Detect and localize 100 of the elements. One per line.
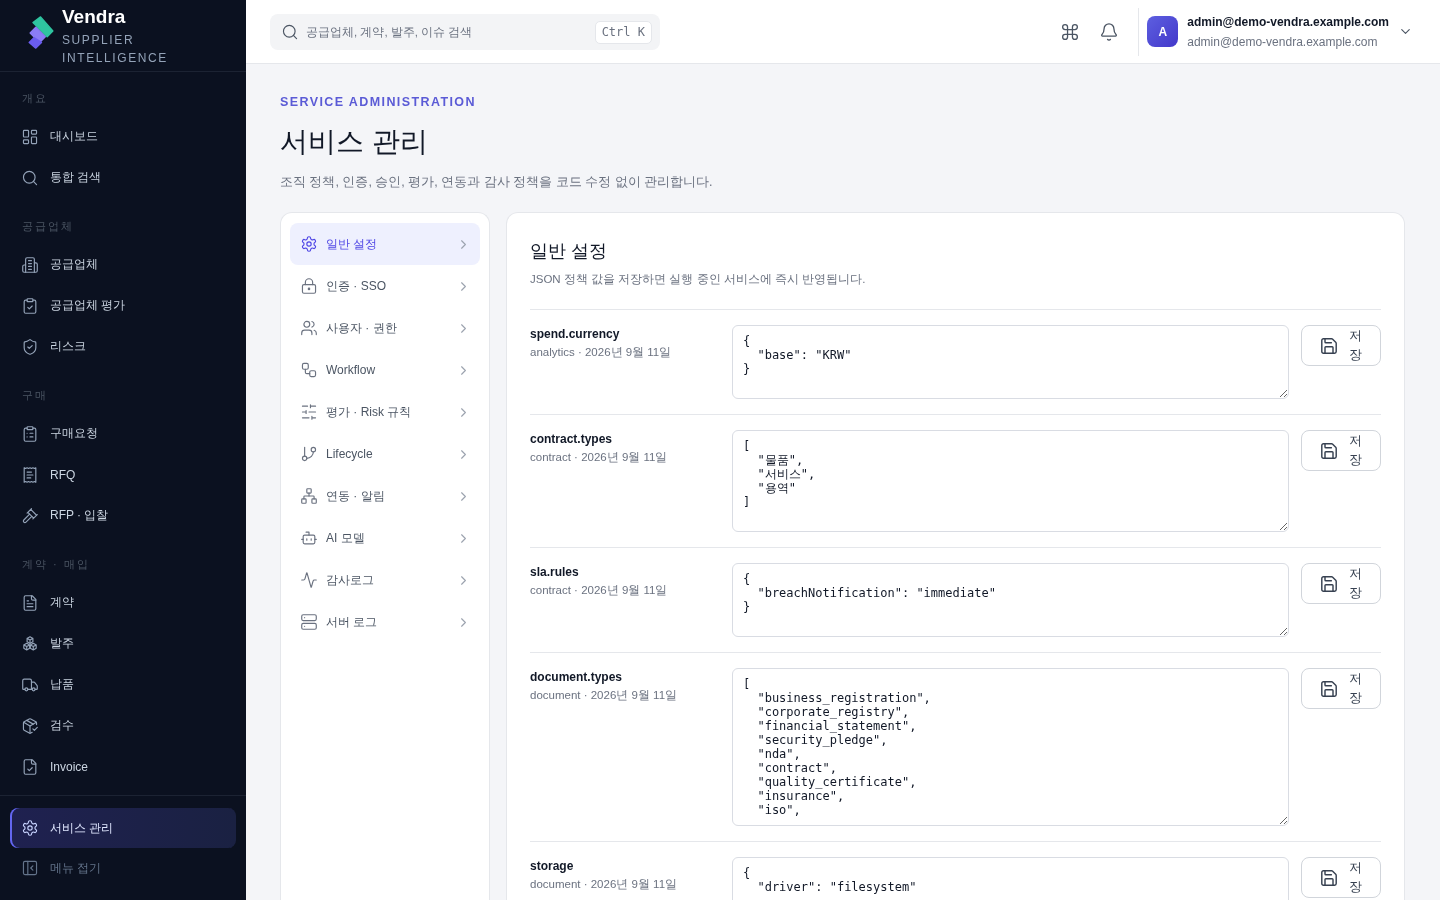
brand-tagline: SUPPLIER INTELLIGENCE — [62, 32, 169, 67]
settings-nav-item[interactable]: 사용자 · 권한 — [290, 307, 480, 349]
brand-name: Vendra — [62, 6, 127, 28]
avatar[interactable]: A — [1147, 16, 1179, 47]
setting-key: contract.types — [530, 431, 720, 447]
setting-key: document.types — [530, 669, 720, 685]
bell-icon[interactable] — [1100, 22, 1119, 41]
user-email: admin@demo-vendra.example.com — [1187, 33, 1379, 51]
chevron-right-icon — [461, 407, 466, 417]
sidebar-item[interactable]: RFQ — [10, 454, 236, 495]
page-subtitle: 조직 정책, 인증, 승인, 평가, 연동과 감사 정책을 코드 수정 없이 관리합니다. — [280, 174, 714, 191]
setting-meta: contract · 2026년 9월 11일 — [530, 583, 669, 598]
branch-icon — [301, 446, 317, 462]
sidebar-item[interactable]: 구매요청 — [10, 413, 236, 454]
truck-icon — [22, 676, 38, 693]
save-button[interactable]: 저장 — [1301, 430, 1381, 471]
save-icon — [1320, 680, 1337, 697]
section-label: 공급업체 — [21, 219, 75, 234]
setting-key: storage — [530, 858, 720, 874]
setting-key: sla.rules — [530, 564, 720, 580]
sidebar-item[interactable]: 검수 — [10, 705, 236, 746]
setting-meta: document · 2026년 9월 11일 — [530, 877, 679, 892]
sidebar-item[interactable]: 계약 — [10, 582, 236, 623]
settings-nav-item[interactable]: 평가 · Risk 규칙 — [290, 391, 480, 433]
settings-nav-item[interactable]: Lifecycle — [290, 433, 480, 475]
json-field[interactable]: { "driver": "filesystem" — [732, 857, 1289, 900]
chevron-right-icon — [461, 449, 466, 459]
building-icon — [22, 256, 38, 273]
chevron-right-icon — [461, 617, 466, 627]
save-button[interactable]: 저장 — [1301, 668, 1381, 709]
sliders-icon — [301, 404, 317, 420]
setting-meta: contract · 2026년 9월 11일 — [530, 450, 669, 465]
sidebar-item[interactable]: 공급업체 — [10, 244, 236, 285]
chevron-right-icon — [461, 491, 466, 501]
json-field[interactable]: { "breachNotification": "immediate" } — [732, 563, 1289, 637]
grid-icon — [22, 128, 38, 145]
sidebar-item[interactable]: 납품 — [10, 664, 236, 705]
page-title: 서비스 관리 — [280, 125, 429, 159]
file-check-icon — [22, 758, 38, 775]
setting-key: spend.currency — [530, 326, 720, 342]
page-eyebrow: SERVICE ADMINISTRATION — [280, 94, 477, 110]
chevron-right-icon — [461, 533, 466, 543]
settings-nav-item[interactable]: 연동 · 알림 — [290, 475, 480, 517]
settings-nav-item[interactable]: Workflow — [290, 349, 480, 391]
save-button[interactable]: 저장 — [1301, 325, 1381, 366]
chevron-right-icon — [461, 281, 466, 291]
gavel-icon — [22, 507, 38, 524]
chevron-right-icon — [461, 323, 466, 333]
receipt-icon — [22, 466, 38, 483]
clipboard-check-icon — [22, 297, 38, 314]
settings-nav-item[interactable]: 일반 설정 — [290, 223, 480, 265]
settings-nav-item[interactable]: 서버 로그 — [290, 601, 480, 643]
clipboard-list-icon — [22, 425, 38, 442]
sidebar-item[interactable]: 통합 검색 — [10, 157, 236, 198]
settings-icon — [301, 236, 317, 252]
server-icon — [301, 614, 317, 630]
panel-left-icon — [22, 860, 38, 876]
save-icon — [1320, 869, 1337, 886]
sidebar-item[interactable]: RFP · 입찰 — [10, 495, 236, 536]
search-icon — [282, 23, 298, 40]
setting-meta: document · 2026년 9월 11일 — [530, 688, 679, 703]
settings-nav-item[interactable]: AI 모델 — [290, 517, 480, 559]
pulse-icon — [301, 572, 317, 588]
save-icon — [1320, 337, 1337, 354]
settings-nav-item[interactable]: 인증 · SSO — [290, 265, 480, 307]
command-icon[interactable] — [1061, 22, 1080, 41]
chevron-right-icon — [461, 365, 466, 375]
sidebar-item[interactable]: 공급업체 평가 — [10, 285, 236, 326]
sidebar-item[interactable]: 리스크 — [10, 326, 236, 367]
collapse-menu-button[interactable]: 메뉴 접기 — [10, 848, 236, 888]
users-icon — [301, 320, 317, 336]
json-field[interactable]: [ "물품", "서비스", "용역" ] — [732, 430, 1289, 532]
chevron-right-icon — [461, 575, 466, 585]
save-icon — [1320, 442, 1337, 459]
save-button[interactable]: 저장 — [1301, 857, 1381, 898]
section-label: 계약 · 매입 — [21, 557, 91, 572]
sidebar-item[interactable]: 발주 — [10, 623, 236, 664]
settings-nav-item[interactable]: 감사로그 — [290, 559, 480, 601]
setting-meta: analytics · 2026년 9월 11일 — [530, 345, 673, 360]
sidebar-item[interactable]: Invoice — [10, 746, 236, 787]
section-label: 개요 — [21, 91, 49, 106]
sidebar-item[interactable]: 대시보드 — [10, 116, 236, 157]
sidebar-item[interactable]: 서비스 관리 — [10, 808, 236, 848]
search-icon — [22, 169, 38, 186]
json-field[interactable]: { "base": "KRW" } — [732, 325, 1289, 399]
robot-icon — [301, 530, 317, 546]
settings-icon — [22, 820, 38, 836]
save-icon — [1320, 575, 1337, 592]
section-label: 구매 — [21, 388, 49, 403]
chevron-right-icon — [461, 239, 466, 249]
user-name: admin@demo-vendra.example.com — [1187, 13, 1389, 31]
lock-icon — [301, 278, 317, 294]
connected-squares-icon — [301, 362, 317, 378]
logo-icon — [28, 15, 55, 50]
json-field[interactable]: [ "business_registration", "corporate_registry", "financial_statement", "security_pledge", "nda", "contract", "quality_certificate", "insurance", "iso", — [732, 668, 1289, 826]
panel-title: 일반 설정 — [530, 240, 608, 263]
chevron-down-icon[interactable] — [1401, 29, 1410, 34]
network-icon — [301, 488, 317, 504]
save-button[interactable]: 저장 — [1301, 563, 1381, 604]
shield-check-icon — [22, 338, 38, 355]
